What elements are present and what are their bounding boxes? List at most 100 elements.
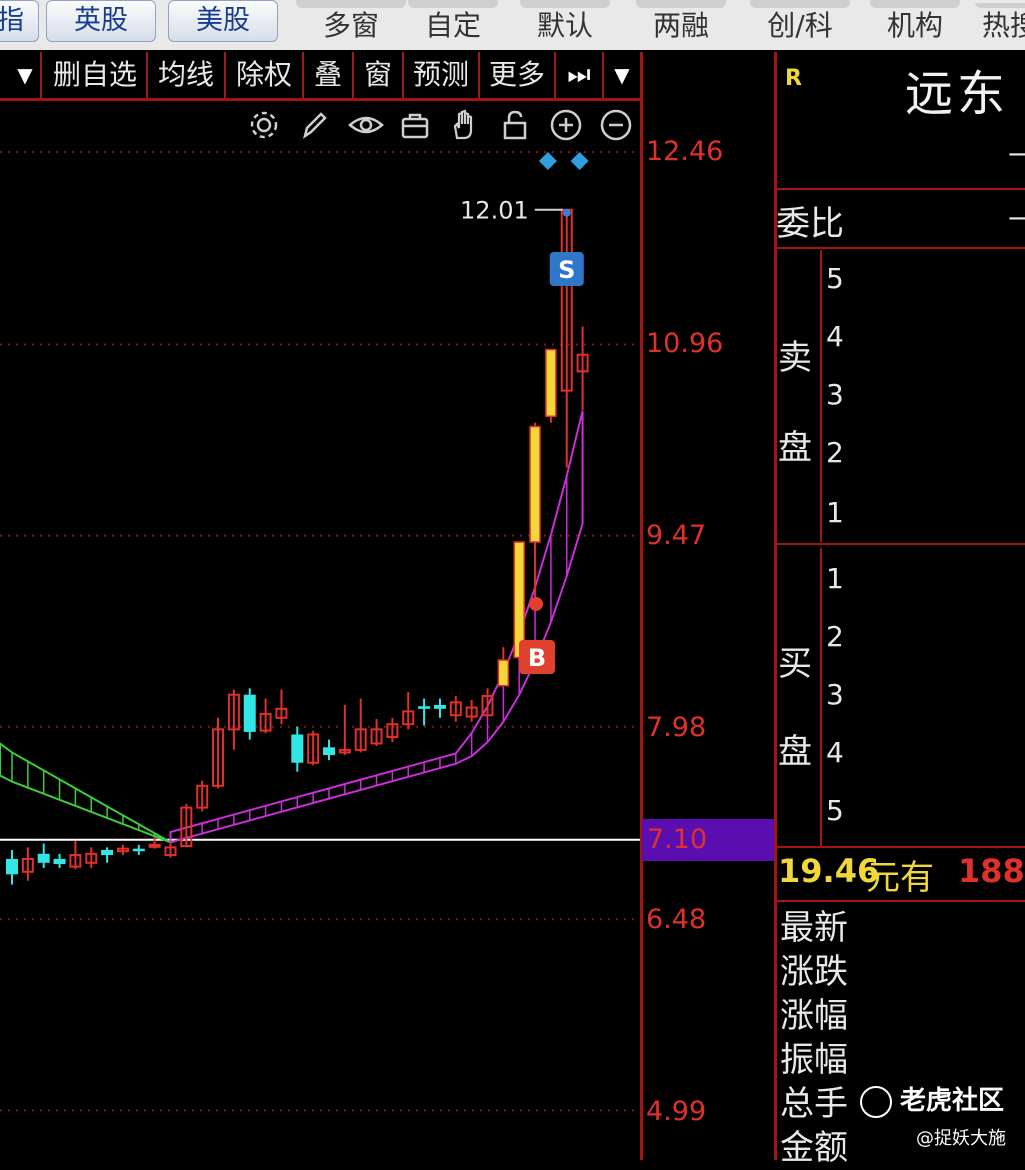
buy-label-2: 盘 — [778, 732, 812, 772]
toolbar-menu-icon[interactable]: ▼ — [604, 52, 640, 98]
tab-chinext-star-label: 创/科 — [767, 9, 833, 42]
stat-latest-label: 最新 — [780, 908, 848, 948]
tab-uk-stocks-label: 英股 — [74, 5, 128, 36]
candle-body-15 — [243, 694, 256, 732]
kline-chart-area[interactable]: 12.01 S B — [0, 101, 640, 1160]
quote-divider-1 — [777, 188, 1025, 190]
tab-institution-label: 机构 — [886, 9, 943, 42]
candle-body-8 — [132, 848, 145, 852]
quote-divider-5 — [777, 900, 1025, 902]
window-button[interactable]: 窗 — [354, 52, 404, 98]
candle-body-20 — [323, 747, 335, 756]
overlay-button[interactable]: 叠 — [304, 52, 354, 98]
tab-index[interactable]: 指 — [0, 0, 39, 42]
tiger-community-watermark: 老虎社区 — [860, 1080, 1004, 1118]
sell-level-3: 3 — [826, 378, 844, 411]
stat-amplitude-label: 振幅 — [780, 1040, 848, 1080]
candle-body-9 — [148, 843, 161, 848]
sell-level-1: 1 — [826, 496, 844, 529]
band-channel-down — [0, 742, 171, 844]
candle-body-34 — [545, 348, 557, 418]
sell-label-2: 盘 — [778, 428, 812, 468]
r-tag: R — [785, 66, 802, 91]
sell-level-2: 2 — [826, 436, 844, 469]
watermark-brand: 老虎社区 — [900, 1086, 1005, 1116]
moving-average-button[interactable]: 均线 — [148, 52, 226, 98]
price-label-7-98: 7.98 — [646, 712, 707, 743]
price-label-12-46: 12.46 — [646, 136, 724, 167]
buy-label-1: 买 — [778, 644, 812, 684]
holding-price: 19.46 — [778, 852, 880, 890]
bag-icon[interactable] — [398, 108, 432, 142]
hand-icon[interactable] — [448, 108, 482, 142]
buy-signal-dot — [529, 597, 544, 611]
toolbar-dropdown-icon[interactable]: ▼ — [10, 52, 42, 98]
stat-change-label: 涨跌 — [780, 952, 848, 992]
tab-chinext-star[interactable]: 创/科 — [750, 0, 850, 47]
tab-institution[interactable]: 机构 — [870, 0, 960, 47]
alert-diamond-1 — [570, 152, 589, 170]
quote-divider-3 — [777, 543, 1025, 545]
max-price-dot — [562, 208, 571, 217]
candle-body-2 — [37, 853, 50, 863]
candle-body-0 — [6, 858, 18, 875]
quote-divider-4 — [777, 846, 1025, 848]
kline-chart-svg: 12.01 S B — [0, 151, 640, 1112]
stat-turnover-label: 金额 — [780, 1128, 848, 1168]
buy-level-2: 2 — [826, 620, 844, 653]
delete-watchlist-button[interactable]: 删自选 — [44, 52, 148, 98]
tab-default-label: 默认 — [536, 9, 593, 42]
sell-signal-label: S — [558, 256, 575, 284]
more-button[interactable]: 更多 — [480, 52, 556, 98]
eye-icon[interactable] — [347, 108, 385, 142]
tab-us-stocks[interactable]: 美股 — [168, 0, 278, 42]
tab-custom[interactable]: 自定 — [408, 0, 498, 47]
stat-change-pct-label: 涨幅 — [780, 996, 848, 1036]
tab-custom-label: 自定 — [424, 9, 481, 42]
tab-margin[interactable]: 两融 — [636, 0, 726, 47]
zoom-out-icon[interactable] — [599, 108, 633, 142]
collapse-panel-icon[interactable]: ⏭ — [556, 52, 604, 98]
tab-multi-window[interactable]: 多窗 — [296, 0, 406, 47]
tab-margin-label: 两融 — [652, 9, 709, 42]
price-label-6-48: 6.48 — [646, 904, 707, 935]
tab-default[interactable]: 默认 — [520, 0, 610, 47]
watermark-author: @捉妖大施 — [916, 1128, 1006, 1149]
wei-bi-value: — — [1008, 200, 1025, 235]
zoom-in-icon[interactable] — [549, 108, 583, 142]
buy-level-5: 5 — [826, 794, 844, 827]
tab-uk-stocks[interactable]: 英股 — [46, 0, 156, 42]
ex-rights-button[interactable]: 除权 — [226, 52, 304, 98]
price-axis-border — [640, 52, 643, 1160]
quote-divider-2 — [777, 247, 1025, 249]
tab-hot-search[interactable]: 热搜 — [975, 3, 1025, 47]
holding-price-unit: 元有 — [866, 858, 934, 898]
buy-level-3: 3 — [826, 678, 844, 711]
tab-hot-search-label: 热搜 — [981, 9, 1025, 42]
sell-label-1: 卖 — [778, 338, 812, 378]
stock-name: 远东 — [905, 66, 1010, 122]
gear-icon[interactable] — [247, 108, 281, 142]
stat-volume-label: 总手 — [780, 1084, 848, 1124]
candle-body-26 — [418, 706, 431, 709]
holding-count: 1880 — [958, 852, 1025, 890]
market-tab-bar: 指 英股 美股 多窗 自定 默认 两融 创/科 机构 热搜 — [0, 0, 1025, 50]
candle-body-31 — [497, 659, 510, 687]
sell-book-divider — [820, 250, 822, 542]
wei-bi-label: 委比 — [776, 204, 844, 244]
candle-body-6 — [101, 849, 114, 856]
pen-icon[interactable] — [297, 108, 331, 142]
chart-toolbar: ▼ 删自选 均线 除权 叠 窗 预测 更多 ⏭ ▼ — [0, 52, 640, 100]
price-label-10-96: 10.96 — [646, 328, 724, 359]
candle-body-3 — [53, 858, 66, 865]
buy-book-divider — [820, 548, 822, 846]
candle-body-33 — [529, 425, 541, 543]
tiger-logo-icon — [860, 1085, 892, 1118]
price-label-9-47: 9.47 — [646, 520, 707, 551]
buy-signal-label: B — [528, 644, 546, 672]
buy-level-4: 4 — [826, 736, 844, 769]
max-price-label: 12.01 — [460, 197, 529, 225]
forecast-button[interactable]: 预测 — [404, 52, 480, 98]
current-price-tag: 7.10 — [642, 819, 774, 861]
lock-icon[interactable] — [498, 108, 532, 142]
